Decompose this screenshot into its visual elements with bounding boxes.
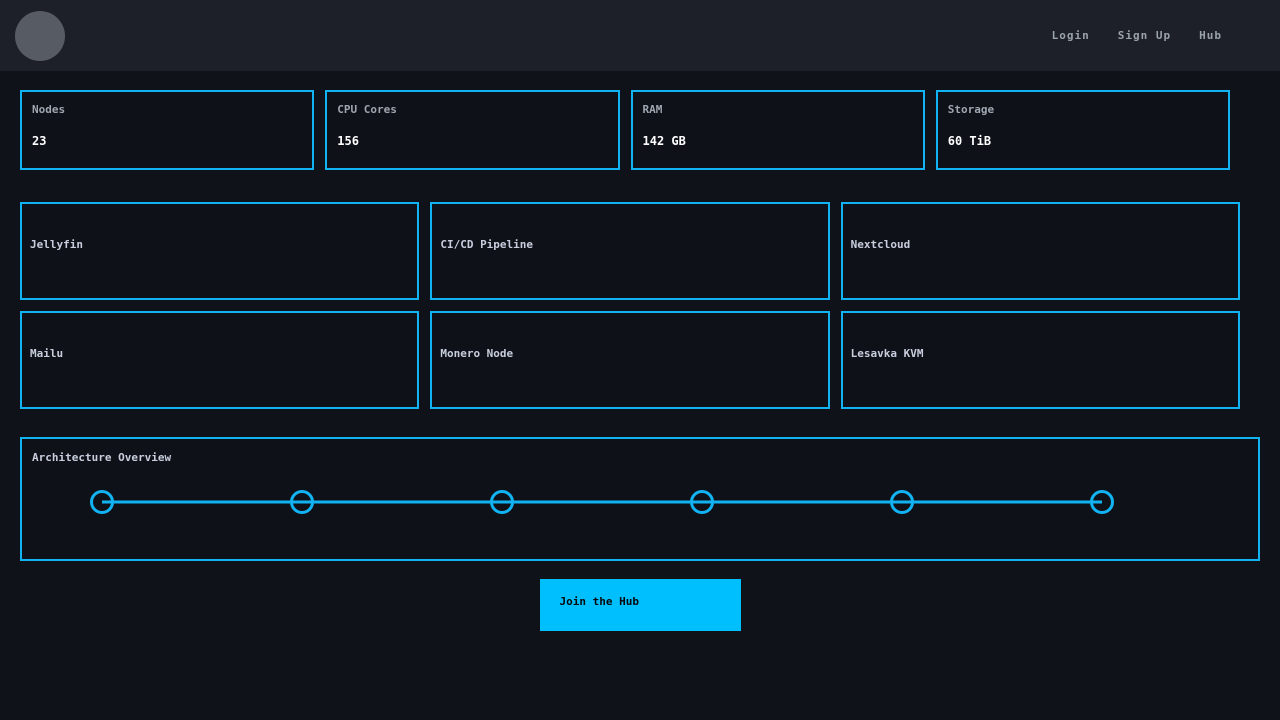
service-name: CI/CD Pipeline bbox=[440, 238, 533, 251]
stats-row: Nodes 23 CPU Cores 156 RAM 142 GB Storag… bbox=[20, 90, 1230, 170]
stat-card-nodes: Nodes 23 bbox=[20, 90, 314, 170]
service-card-mailu[interactable]: Mailu bbox=[20, 311, 419, 409]
nav-link-sign-up[interactable]: Sign Up bbox=[1118, 29, 1171, 42]
stat-value: 142 GB bbox=[643, 134, 913, 148]
avatar[interactable] bbox=[15, 11, 65, 61]
service-name: Monero Node bbox=[440, 347, 513, 360]
service-card-nextcloud[interactable]: Nextcloud bbox=[841, 202, 1240, 300]
nav-link-login[interactable]: Login bbox=[1052, 29, 1090, 42]
stat-value: 23 bbox=[32, 134, 302, 148]
service-card-jellyfin[interactable]: Jellyfin bbox=[20, 202, 419, 300]
service-name: Mailu bbox=[30, 347, 63, 360]
service-name: Lesavka KVM bbox=[851, 347, 924, 360]
navbar: Login Sign Up Hub bbox=[0, 0, 1280, 71]
cta-row: Join the Hub bbox=[20, 579, 1260, 631]
services-grid: Jellyfin CI/CD Pipeline Nextcloud Mailu … bbox=[20, 202, 1240, 409]
stat-value: 60 TiB bbox=[948, 134, 1218, 148]
service-card-cicd-pipeline[interactable]: CI/CD Pipeline bbox=[430, 202, 829, 300]
stat-value: 156 bbox=[337, 134, 607, 148]
stat-label: Nodes bbox=[32, 103, 302, 116]
stat-label: Storage bbox=[948, 103, 1218, 116]
service-card-monero-node[interactable]: Monero Node bbox=[430, 311, 829, 409]
architecture-panel: Architecture Overview bbox=[20, 437, 1260, 561]
main-content: Nodes 23 CPU Cores 156 RAM 142 GB Storag… bbox=[0, 90, 1280, 631]
nav-link-hub[interactable]: Hub bbox=[1199, 29, 1222, 42]
stat-label: RAM bbox=[643, 103, 913, 116]
stat-card-ram: RAM 142 GB bbox=[631, 90, 925, 170]
service-name: Nextcloud bbox=[851, 238, 911, 251]
join-hub-button[interactable]: Join the Hub bbox=[540, 579, 741, 631]
nav-links: Login Sign Up Hub bbox=[1052, 29, 1222, 42]
stat-card-storage: Storage 60 TiB bbox=[936, 90, 1230, 170]
stat-card-cpu-cores: CPU Cores 156 bbox=[325, 90, 619, 170]
stat-label: CPU Cores bbox=[337, 103, 607, 116]
service-card-lesavka-kvm[interactable]: Lesavka KVM bbox=[841, 311, 1240, 409]
architecture-diagram bbox=[22, 439, 1258, 559]
service-name: Jellyfin bbox=[30, 238, 83, 251]
